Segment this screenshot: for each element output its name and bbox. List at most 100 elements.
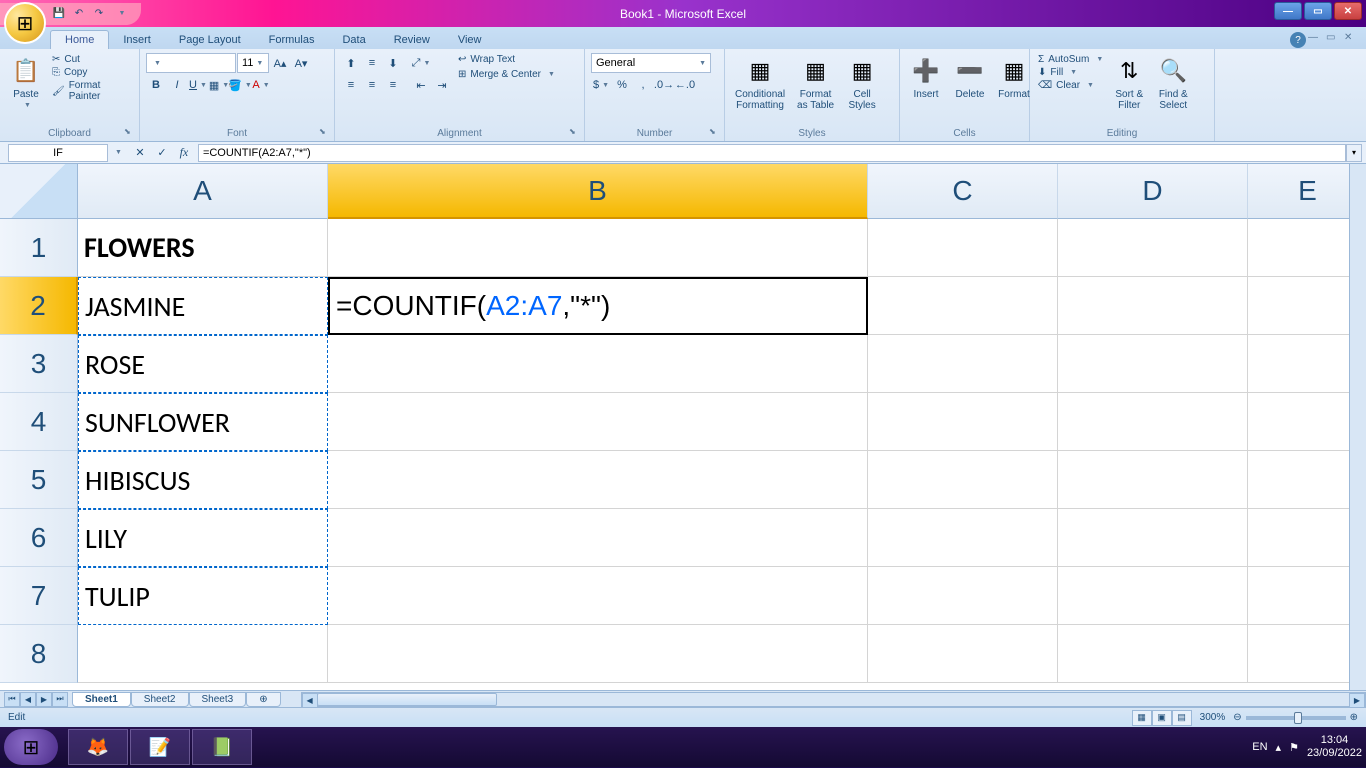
sheet-tab-3[interactable]: Sheet3	[189, 692, 247, 707]
tab-home[interactable]: Home	[50, 30, 109, 49]
formula-input[interactable]: =COUNTIF(A2:A7,"*")	[198, 144, 1346, 162]
cell-b8[interactable]	[328, 625, 868, 683]
cell-c8[interactable]	[868, 625, 1058, 683]
taskbar-excel[interactable]: 📗	[192, 729, 252, 765]
cell-d1[interactable]	[1058, 219, 1248, 277]
cell-b4[interactable]	[328, 393, 868, 451]
italic-button[interactable]: I	[167, 75, 187, 95]
ribbon-close[interactable]: ✕	[1344, 32, 1358, 46]
clear-button[interactable]: ⌫Clear▼	[1036, 79, 1105, 92]
row-header-5[interactable]: 5	[0, 451, 78, 509]
cell-styles-button[interactable]: ▦Cell Styles	[842, 53, 882, 113]
col-header-b[interactable]: B	[328, 164, 868, 219]
name-box[interactable]: IF	[8, 144, 108, 162]
cell-d2[interactable]	[1058, 277, 1248, 335]
cell-d4[interactable]	[1058, 393, 1248, 451]
sort-filter-button[interactable]: ⇅Sort & Filter	[1109, 53, 1149, 113]
align-left-button[interactable]: ≡	[341, 75, 361, 95]
cell-d6[interactable]	[1058, 509, 1248, 567]
format-cells-button[interactable]: ▦Format	[994, 53, 1034, 102]
decrease-decimal-button[interactable]: ←.0	[675, 75, 695, 95]
wrap-text-button[interactable]: ↩Wrap Text	[456, 53, 557, 66]
align-top-button[interactable]: ⬆	[341, 53, 361, 73]
cell-d3[interactable]	[1058, 335, 1248, 393]
cell-c2[interactable]	[868, 277, 1058, 335]
cell-a5[interactable]: HIBISCUS	[78, 451, 328, 509]
cell-c5[interactable]	[868, 451, 1058, 509]
taskbar-word[interactable]: 📝	[130, 729, 190, 765]
zoom-out-button[interactable]: ⊖	[1233, 712, 1241, 723]
format-painter-button[interactable]: 🖌Format Painter	[50, 79, 133, 103]
cell-c4[interactable]	[868, 393, 1058, 451]
cell-c6[interactable]	[868, 509, 1058, 567]
col-header-d[interactable]: D	[1058, 164, 1248, 219]
tab-page-layout[interactable]: Page Layout	[165, 31, 255, 49]
qat-redo[interactable]: ↷	[90, 5, 108, 23]
zoom-in-button[interactable]: ⊕	[1350, 712, 1358, 723]
autosum-button[interactable]: ΣAutoSum▼	[1036, 53, 1105, 66]
view-page-break-button[interactable]: ▤	[1172, 710, 1192, 726]
cell-b3[interactable]	[328, 335, 868, 393]
decrease-indent-button[interactable]: ⇤	[411, 75, 431, 95]
cell-c7[interactable]	[868, 567, 1058, 625]
orientation-button[interactable]: ⤢▼	[411, 53, 431, 73]
currency-button[interactable]: $▼	[591, 75, 611, 95]
sheet-nav-first[interactable]: ⏮	[4, 692, 20, 707]
qat-undo[interactable]: ↶	[70, 5, 88, 23]
row-header-2[interactable]: 2	[0, 277, 78, 335]
tray-show-hidden-icon[interactable]: ▴	[1276, 741, 1282, 754]
qat-save[interactable]: 💾	[50, 5, 68, 23]
col-header-c[interactable]: C	[868, 164, 1058, 219]
number-launcher[interactable]: ⬊	[709, 127, 721, 139]
cell-b1[interactable]	[328, 219, 868, 277]
cell-d7[interactable]	[1058, 567, 1248, 625]
number-format-combo[interactable]: General▼	[591, 53, 711, 73]
font-family-combo[interactable]: ▼	[146, 53, 236, 73]
merge-center-button[interactable]: ⊞Merge & Center▼	[456, 68, 557, 81]
cell-d8[interactable]	[1058, 625, 1248, 683]
help-button[interactable]: ?	[1290, 32, 1306, 48]
row-header-7[interactable]: 7	[0, 567, 78, 625]
cell-b2[interactable]: =COUNTIF(A2:A7,"*")	[328, 277, 868, 335]
tab-review[interactable]: Review	[380, 31, 444, 49]
col-header-a[interactable]: A	[78, 164, 328, 219]
decrease-font-button[interactable]: A▾	[291, 53, 311, 73]
tab-formulas[interactable]: Formulas	[255, 31, 329, 49]
fill-color-button[interactable]: 🪣▼	[230, 75, 250, 95]
font-color-button[interactable]: A▼	[251, 75, 271, 95]
cut-button[interactable]: ✂Cut	[50, 53, 133, 66]
vertical-scrollbar[interactable]	[1349, 164, 1366, 690]
increase-decimal-button[interactable]: .0→	[654, 75, 674, 95]
zoom-slider[interactable]	[1246, 716, 1346, 720]
copy-button[interactable]: ⎘Copy	[50, 66, 133, 79]
zoom-thumb[interactable]	[1294, 712, 1302, 724]
minimize-button[interactable]: —	[1274, 2, 1302, 20]
start-button[interactable]: ⊞	[4, 729, 58, 765]
ribbon-minimize[interactable]: —	[1308, 32, 1322, 46]
cell-d5[interactable]	[1058, 451, 1248, 509]
select-all-corner[interactable]	[0, 164, 78, 219]
close-button[interactable]: ✕	[1334, 2, 1362, 20]
row-header-3[interactable]: 3	[0, 335, 78, 393]
cell-a6[interactable]: LILY	[78, 509, 328, 567]
align-right-button[interactable]: ≡	[383, 75, 403, 95]
cell-a7[interactable]: TULIP	[78, 567, 328, 625]
cell-b5[interactable]	[328, 451, 868, 509]
align-middle-button[interactable]: ≡	[362, 53, 382, 73]
format-as-table-button[interactable]: ▦Format as Table	[793, 53, 838, 113]
tab-insert[interactable]: Insert	[109, 31, 165, 49]
sheet-nav-last[interactable]: ⏭	[52, 692, 68, 707]
row-header-1[interactable]: 1	[0, 219, 78, 277]
expand-formula-bar[interactable]: ▾	[1346, 144, 1362, 162]
increase-font-button[interactable]: A▴	[270, 53, 290, 73]
paste-button[interactable]: 📋 Paste ▼	[6, 53, 46, 111]
hscroll-thumb[interactable]	[317, 693, 497, 706]
ribbon-restore[interactable]: ▭	[1326, 32, 1340, 46]
bold-button[interactable]: B	[146, 75, 166, 95]
qat-customize[interactable]: ▼	[113, 5, 131, 23]
cell-b7[interactable]	[328, 567, 868, 625]
hscroll-left[interactable]: ◀	[302, 693, 318, 708]
sheet-tab-new[interactable]: ⊕	[246, 692, 280, 707]
tray-clock[interactable]: 13:04 23/09/2022	[1307, 734, 1362, 760]
tab-data[interactable]: Data	[328, 31, 379, 49]
